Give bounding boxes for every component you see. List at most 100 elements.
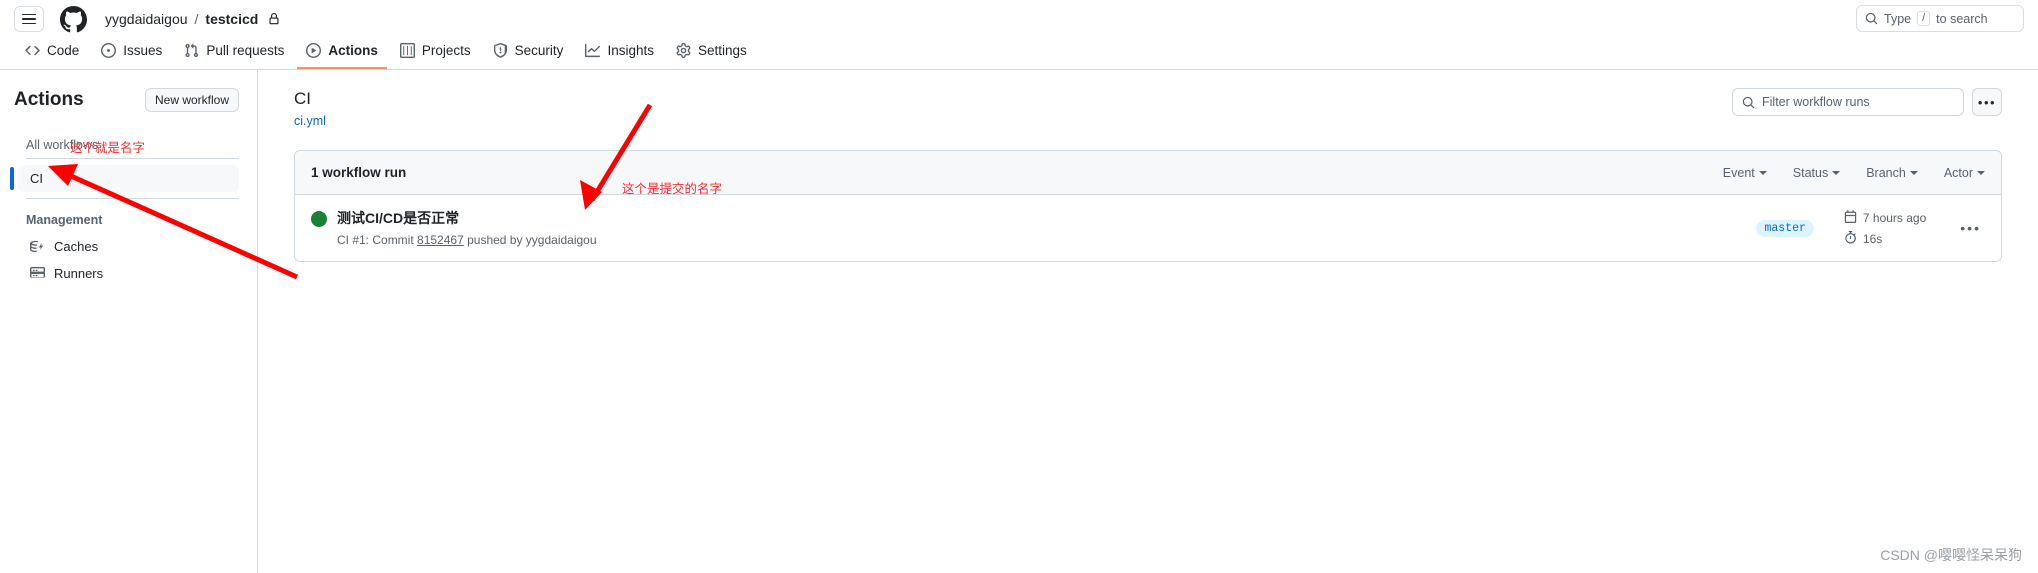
global-header: yygdaidaigou / testcicd Type / to search bbox=[0, 0, 2038, 38]
git-pull-request-icon bbox=[184, 43, 199, 58]
filter-status[interactable]: Status bbox=[1792, 165, 1841, 180]
breadcrumb-repo[interactable]: testcicd bbox=[205, 11, 258, 27]
tab-pull-requests[interactable]: Pull requests bbox=[175, 39, 293, 69]
repo-navigation: Code Issues Pull requests Actions Projec… bbox=[0, 38, 2038, 70]
workflow-run-duration: 16s bbox=[1844, 230, 1926, 247]
tab-code[interactable]: Code bbox=[16, 39, 88, 69]
tab-insights-label: Insights bbox=[607, 43, 654, 58]
chevron-down-icon bbox=[1832, 170, 1841, 175]
workflow-title: CI bbox=[294, 89, 311, 108]
shield-icon bbox=[493, 43, 508, 58]
tab-settings-label: Settings bbox=[697, 43, 747, 58]
tab-insights[interactable]: Insights bbox=[576, 39, 663, 69]
new-workflow-button[interactable]: New workflow bbox=[144, 88, 239, 112]
tab-pull-requests-label: Pull requests bbox=[206, 43, 285, 58]
tab-issues-label: Issues bbox=[123, 43, 163, 58]
search-icon bbox=[1865, 12, 1878, 25]
tab-actions-label: Actions bbox=[328, 43, 378, 58]
filter-event-label: Event bbox=[1722, 165, 1755, 180]
filter-event[interactable]: Event bbox=[1723, 166, 1767, 180]
filter-branch[interactable]: Branch bbox=[1866, 166, 1918, 180]
sidebar-divider-bottom bbox=[26, 198, 239, 199]
workflow-run-meta-prefix: CI #1: Commit bbox=[337, 232, 414, 247]
table-icon bbox=[399, 43, 415, 58]
workflow-header: CI ci.yml Filter workflow runs ••• bbox=[294, 88, 2002, 128]
tab-projects[interactable]: Projects bbox=[391, 39, 480, 69]
play-icon bbox=[306, 43, 322, 58]
workflow-run-duration-label: 16s bbox=[1862, 231, 1883, 246]
actions-sidebar: Actions New workflow All workflows CI Ma… bbox=[0, 70, 258, 573]
filter-workflow-runs-input[interactable]: Filter workflow runs bbox=[1732, 88, 1964, 116]
calendar-icon bbox=[1844, 209, 1857, 226]
management-label: Management bbox=[26, 213, 103, 227]
stopwatch-icon bbox=[1844, 230, 1857, 247]
breadcrumb: yygdaidaigou / testcicd bbox=[105, 11, 280, 27]
tab-code-label: Code bbox=[47, 43, 80, 58]
graph-icon bbox=[585, 43, 601, 58]
filter-actor[interactable]: Actor bbox=[1944, 166, 1985, 180]
workflow-run-info: 测试CI/CD是否正常 CI #1: Commit 8152467 pushed… bbox=[311, 209, 1756, 247]
sidebar-header: Actions New workflow bbox=[14, 88, 239, 112]
workflow-run-row[interactable]: 测试CI/CD是否正常 CI #1: Commit 8152467 pushed… bbox=[295, 195, 2001, 261]
workflow-run-name[interactable]: 测试CI/CD是否正常 bbox=[337, 209, 597, 228]
workflow-options-button[interactable]: ••• bbox=[1972, 88, 2002, 116]
workflow-run-text: 测试CI/CD是否正常 CI #1: Commit 8152467 pushed… bbox=[337, 209, 597, 247]
workflow-run-options-button[interactable]: ••• bbox=[1956, 220, 1985, 236]
breadcrumb-separator: / bbox=[194, 11, 199, 27]
breadcrumb-owner[interactable]: yygdaidaigou bbox=[105, 11, 188, 27]
filter-placeholder: Filter workflow runs bbox=[1762, 95, 1870, 109]
page-title: Actions bbox=[14, 89, 84, 110]
sidebar-item-caches[interactable]: Caches bbox=[18, 233, 239, 260]
chevron-down-icon bbox=[1758, 170, 1767, 175]
workflow-run-time-ago: 7 hours ago bbox=[1844, 209, 1927, 226]
tab-settings[interactable]: Settings bbox=[667, 39, 756, 69]
filter-actor-label: Actor bbox=[1943, 165, 1973, 180]
check-circle-icon bbox=[311, 211, 327, 228]
search-placeholder-suffix: to search bbox=[1936, 11, 1988, 26]
workflow-title-block: CI ci.yml bbox=[294, 88, 326, 128]
watermark: CSDN @嘤嘤怪呆呆狗 bbox=[1880, 547, 2022, 563]
tab-issues[interactable]: Issues bbox=[92, 39, 171, 69]
workflow-file-link[interactable]: ci.yml bbox=[294, 114, 326, 128]
workflow-run-time-ago-label: 7 hours ago bbox=[1862, 210, 1927, 225]
gear-icon bbox=[676, 43, 691, 58]
filter-status-label: Status bbox=[1792, 165, 1829, 180]
cache-icon bbox=[30, 239, 45, 254]
tab-projects-label: Projects bbox=[421, 43, 471, 58]
tab-security-label: Security bbox=[514, 43, 564, 58]
main-content: CI ci.yml Filter workflow runs ••• 1 wor… bbox=[258, 70, 2038, 573]
search-icon bbox=[1742, 96, 1755, 108]
tab-actions[interactable]: Actions bbox=[297, 39, 387, 69]
sidebar-item-runners[interactable]: Runners bbox=[18, 260, 239, 287]
github-logo-icon[interactable] bbox=[60, 5, 87, 33]
lock-icon bbox=[268, 13, 280, 25]
workflow-header-actions: Filter workflow runs ••• bbox=[1732, 88, 2002, 116]
workflow-run-meta: CI #1: Commit 8152467 pushed by yygdaida… bbox=[337, 233, 597, 247]
issue-opened-icon bbox=[101, 43, 117, 58]
search-slash-key: / bbox=[1917, 11, 1931, 26]
sidebar-item-ci-label: CI bbox=[30, 171, 43, 186]
commit-sha-link[interactable]: 8152467 bbox=[417, 233, 464, 247]
workflow-runs-header: 1 workflow run Event Status Branch Actor bbox=[295, 151, 2001, 196]
filter-branch-label: Branch bbox=[1866, 165, 1906, 180]
workflow-run-meta-suffix: pushed by yygdaidaigou bbox=[467, 232, 597, 247]
code-icon bbox=[25, 43, 40, 58]
sidebar-item-runners-label: Runners bbox=[54, 266, 104, 281]
workflow-run-times: 7 hours ago 16s bbox=[1844, 209, 1927, 247]
workflow-runs-filters: Event Status Branch Actor bbox=[1723, 166, 1985, 180]
server-icon bbox=[30, 266, 45, 281]
page-body: Actions New workflow All workflows CI Ma… bbox=[0, 70, 2038, 573]
tab-security[interactable]: Security bbox=[484, 39, 573, 69]
chevron-down-icon bbox=[1909, 170, 1918, 175]
search-placeholder-prefix: Type bbox=[1884, 11, 1912, 26]
sidebar-item-caches-label: Caches bbox=[54, 239, 99, 254]
global-search-input[interactable]: Type / to search bbox=[1856, 5, 2024, 32]
hamburger-icon[interactable] bbox=[14, 6, 44, 32]
chevron-down-icon bbox=[1977, 170, 1985, 175]
workflow-runs-panel: 1 workflow run Event Status Branch Actor… bbox=[294, 150, 2002, 262]
all-workflows-label[interactable]: All workflows bbox=[14, 138, 239, 152]
branch-badge[interactable]: master bbox=[1756, 219, 1814, 237]
sidebar-item-ci[interactable]: CI bbox=[10, 165, 239, 192]
sidebar-divider-top bbox=[26, 158, 239, 159]
workflow-run-right: 7 hours ago 16s ••• bbox=[1844, 209, 1985, 247]
